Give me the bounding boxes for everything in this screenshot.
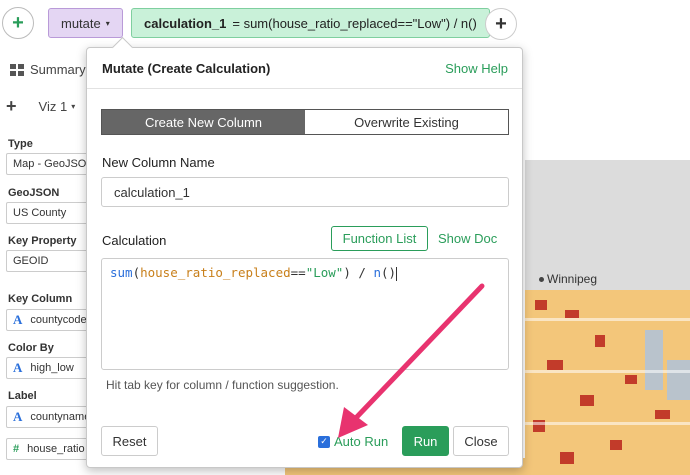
calculation-label: Calculation bbox=[102, 233, 167, 248]
viz-selector[interactable]: + Viz 1 ▾ bbox=[6, 96, 75, 117]
map-border-line bbox=[525, 318, 690, 321]
county-shape bbox=[565, 310, 579, 318]
plus-icon: + bbox=[12, 11, 24, 34]
command-bar: + mutate ▾ calculation_1 = sum(house_rat… bbox=[0, 0, 690, 48]
expression-target: calculation_1 bbox=[144, 15, 227, 31]
text-type-icon: A bbox=[13, 360, 23, 375]
property-label: Key Column bbox=[8, 293, 73, 305]
tab-overwrite-existing[interactable]: Overwrite Existing bbox=[305, 110, 508, 134]
property-value: high_low bbox=[30, 362, 74, 374]
code-paren: ) bbox=[343, 265, 351, 280]
county-shape bbox=[560, 452, 574, 464]
reset-button[interactable]: Reset bbox=[101, 426, 158, 456]
grid-icon bbox=[10, 63, 24, 76]
run-button[interactable]: Run bbox=[402, 426, 449, 456]
county-shape bbox=[595, 335, 605, 347]
city-dot-icon bbox=[539, 276, 544, 282]
city-name: Winnipeg bbox=[547, 272, 598, 286]
calculation-editor[interactable]: sum(house_ratio_replaced=="Low") / n() bbox=[101, 258, 509, 370]
code-column: house_ratio_replaced bbox=[140, 265, 291, 280]
map-canada-region bbox=[525, 160, 690, 290]
type-select[interactable]: Map - GeoJSON bbox=[6, 153, 90, 175]
lake-shape bbox=[645, 330, 663, 390]
auto-run-toggle[interactable]: ✓ Auto Run bbox=[318, 434, 388, 449]
property-label: GeoJSON bbox=[8, 187, 60, 199]
code-string: "Low" bbox=[305, 265, 344, 280]
county-shape bbox=[625, 375, 637, 384]
code-function: sum bbox=[110, 265, 133, 280]
plus-icon: + bbox=[495, 12, 507, 35]
property-label: Color By bbox=[8, 342, 54, 354]
mutate-dialog: Mutate (Create Calculation) Show Help Cr… bbox=[86, 47, 523, 468]
chevron-down-icon: ▾ bbox=[105, 18, 110, 28]
property-value: countycode bbox=[30, 314, 87, 326]
property-value: US County bbox=[13, 207, 67, 219]
step-label: mutate bbox=[61, 15, 101, 31]
add-viz-icon[interactable]: + bbox=[6, 96, 17, 117]
close-button[interactable]: Close bbox=[453, 426, 509, 456]
mode-toggle: Create New Column Overwrite Existing bbox=[101, 109, 509, 135]
text-type-icon: A bbox=[13, 312, 23, 327]
dialog-title: Mutate (Create Calculation) bbox=[102, 61, 271, 76]
code-function: n bbox=[373, 265, 381, 280]
key-column-select[interactable]: A countycode bbox=[6, 309, 90, 331]
county-shape bbox=[655, 410, 670, 419]
new-column-label: New Column Name bbox=[102, 155, 215, 170]
editor-hint: Hit tab key for column / function sugges… bbox=[106, 378, 339, 392]
tab-summary[interactable]: Summary bbox=[10, 62, 86, 77]
county-shape bbox=[535, 300, 547, 310]
add-step-after-button[interactable]: + bbox=[485, 8, 517, 40]
lake-shape bbox=[667, 360, 690, 400]
property-value: countyname bbox=[30, 411, 90, 423]
text-cursor bbox=[396, 266, 398, 281]
divider bbox=[87, 88, 522, 89]
county-shape bbox=[547, 360, 563, 370]
show-help-link[interactable]: Show Help bbox=[445, 61, 508, 76]
add-step-button[interactable]: + bbox=[2, 7, 34, 39]
new-column-name-input[interactable]: calculation_1 bbox=[101, 177, 509, 207]
number-type-icon: # bbox=[13, 443, 20, 455]
viz-label: Viz 1 bbox=[38, 99, 68, 114]
property-value: GEOID bbox=[13, 255, 49, 267]
viz-property-panel: Summary + Viz 1 ▾ Type Map - GeoJSON Geo… bbox=[0, 48, 90, 475]
show-doc-link[interactable]: Show Doc bbox=[438, 231, 497, 246]
property-value: Map - GeoJSON bbox=[13, 158, 90, 170]
auto-run-label: Auto Run bbox=[334, 434, 389, 449]
key-property-select[interactable]: GEOID bbox=[6, 250, 90, 272]
code-operator: == bbox=[290, 265, 306, 280]
code-operator: / bbox=[350, 265, 374, 280]
property-label: Label bbox=[8, 390, 37, 402]
text-type-icon: A bbox=[13, 409, 23, 424]
code-paren: ( bbox=[132, 265, 141, 280]
expression-body: = sum(house_ratio_replaced=="Low") / n() bbox=[232, 15, 477, 31]
step-expression[interactable]: calculation_1 = sum(house_ratio_replaced… bbox=[131, 8, 490, 38]
map-border-line bbox=[525, 422, 690, 425]
code-paren: () bbox=[380, 265, 397, 280]
property-value: house_ratio bbox=[27, 443, 85, 455]
tab-create-new-column[interactable]: Create New Column bbox=[102, 110, 305, 134]
county-shape bbox=[610, 440, 622, 450]
chevron-down-icon: ▾ bbox=[71, 102, 76, 111]
map-border-line bbox=[525, 370, 690, 373]
property-label: Key Property bbox=[8, 235, 77, 247]
label-select[interactable]: A countyname bbox=[6, 406, 90, 428]
geojson-select[interactable]: US County bbox=[6, 202, 90, 224]
color-by-select[interactable]: A high_low bbox=[6, 357, 90, 379]
map-city-label: Winnipeg bbox=[539, 272, 597, 286]
numeric-column-select[interactable]: # house_ratio bbox=[6, 438, 90, 460]
county-shape bbox=[580, 395, 594, 406]
function-list-button[interactable]: Function List bbox=[331, 226, 428, 251]
map-view[interactable]: Winnipeg bbox=[525, 160, 690, 475]
property-label: Type bbox=[8, 138, 33, 150]
checkbox-checked-icon[interactable]: ✓ bbox=[318, 435, 330, 448]
step-mutate-button[interactable]: mutate ▾ bbox=[48, 8, 123, 38]
tab-summary-label: Summary bbox=[30, 62, 86, 77]
